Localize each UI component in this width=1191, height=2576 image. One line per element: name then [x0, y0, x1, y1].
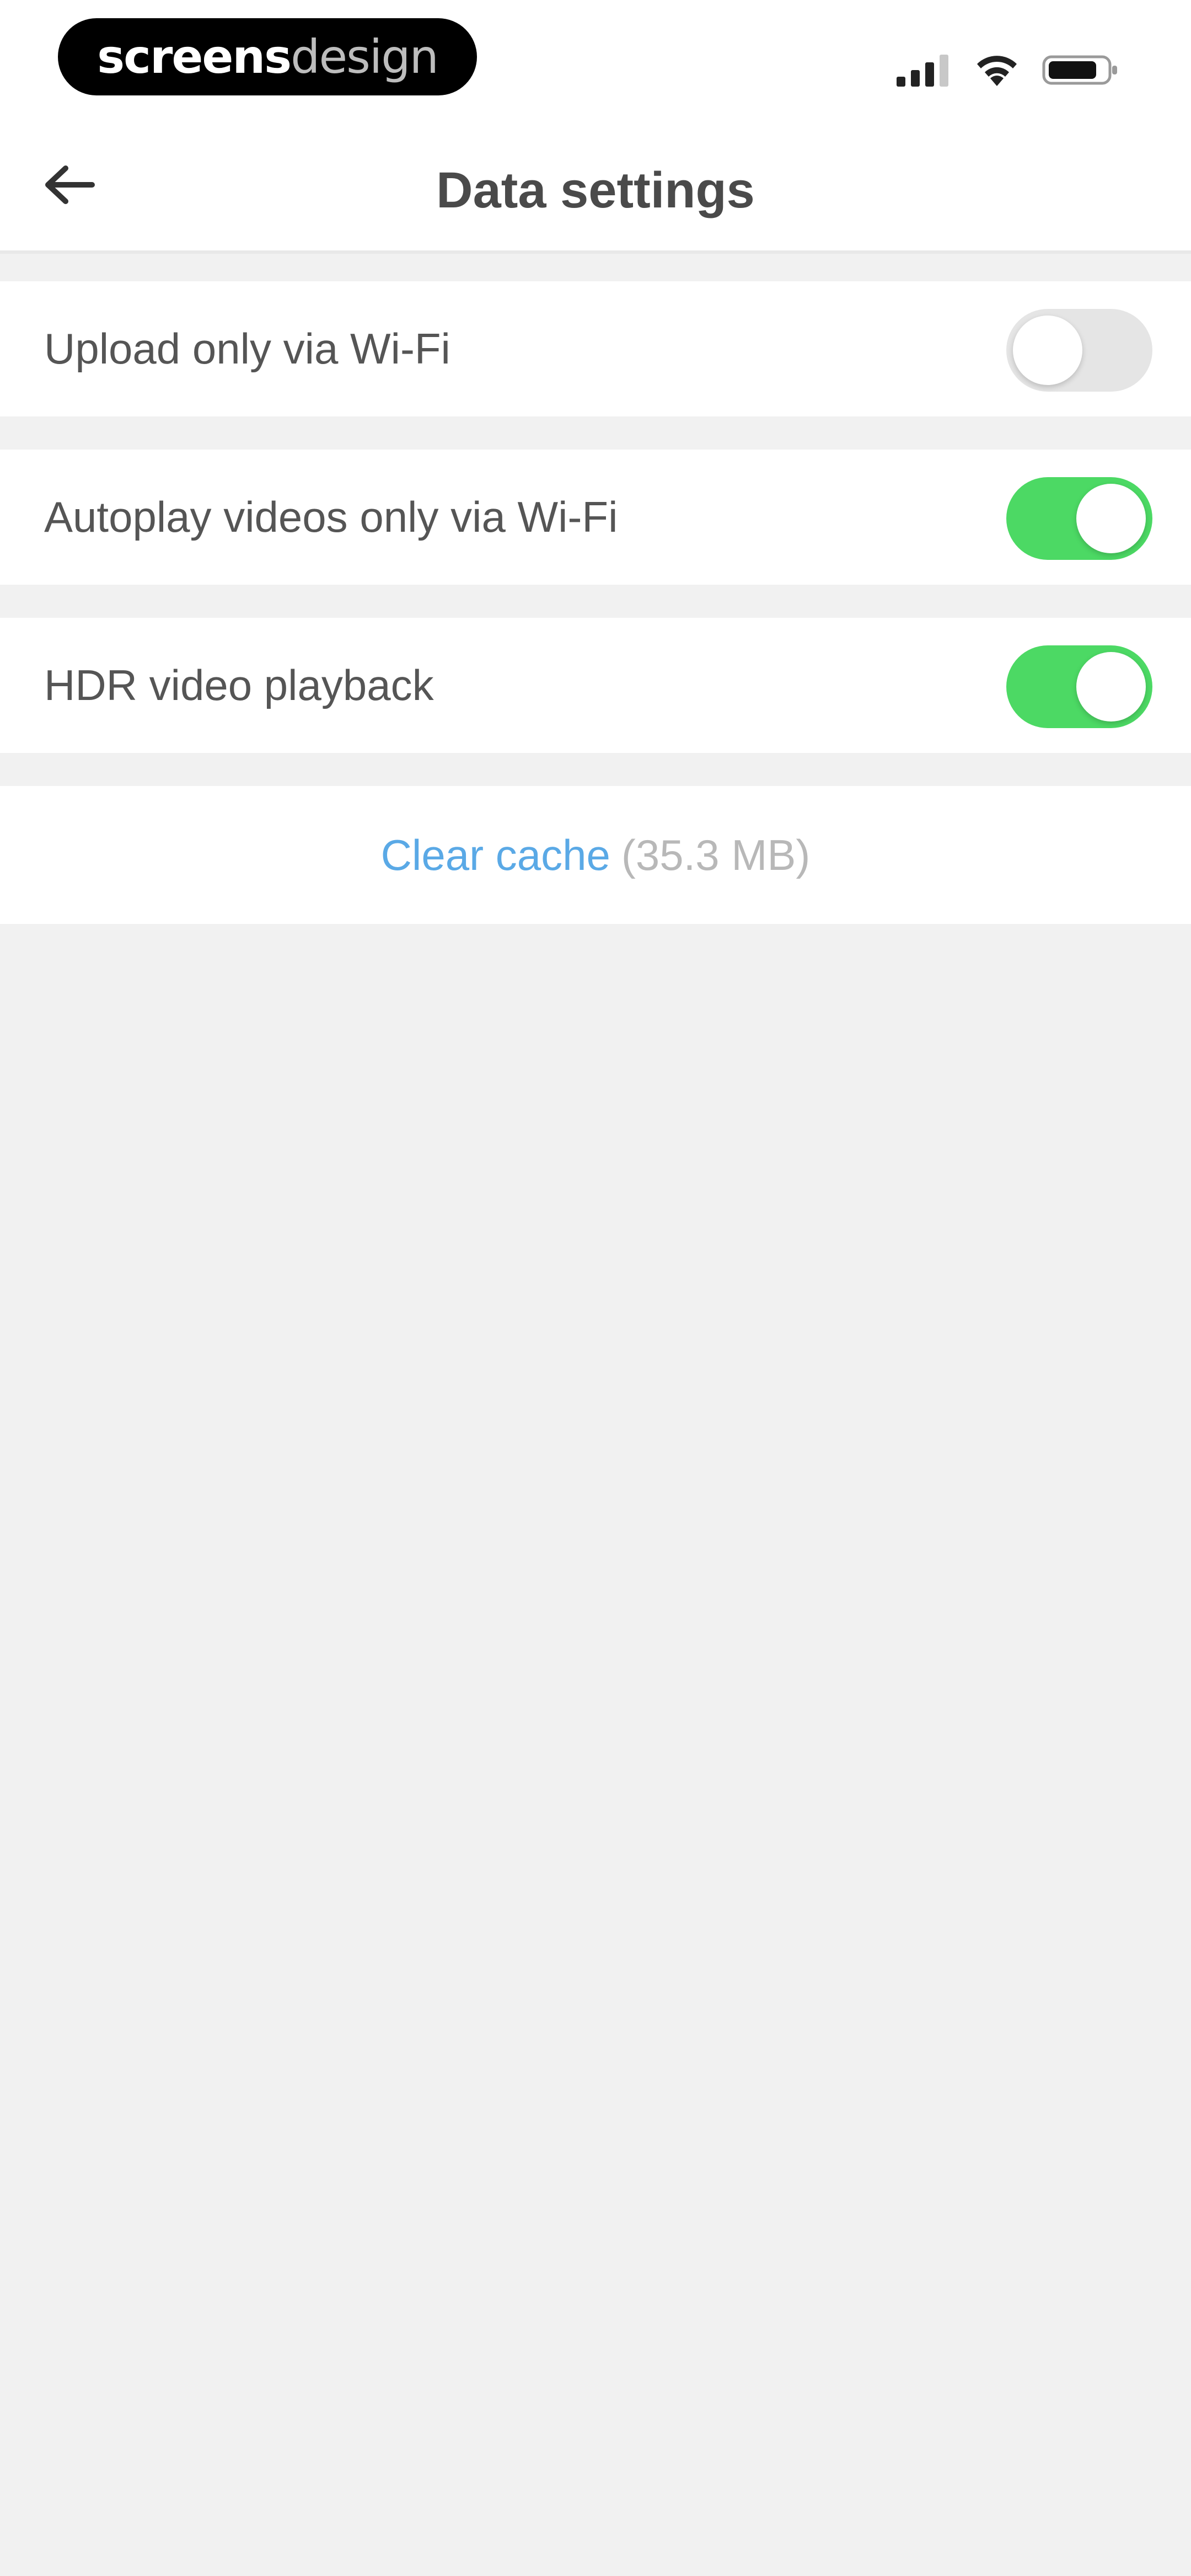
hdr-playback-toggle[interactable] [1006, 645, 1152, 728]
cache-size-label: (35.3 MB) [621, 830, 810, 880]
setting-row-upload-wifi: Upload only via Wi-Fi [0, 281, 1191, 416]
brand-bold-text: screens [97, 30, 292, 84]
toggle-knob [1013, 316, 1082, 385]
cache-size-value: 35.3 MB [635, 830, 796, 879]
brand-logo: screensdesign [58, 18, 477, 95]
signal-icon [897, 55, 948, 87]
wifi-icon [977, 56, 1017, 86]
setting-label: Autoplay videos only via Wi-Fi [44, 493, 618, 541]
page-title: Data settings [436, 162, 755, 218]
arrow-left-icon [45, 165, 95, 204]
status-icons [897, 51, 1119, 89]
battery-icon [1042, 55, 1117, 85]
clear-cache-button[interactable]: Clear cache [381, 830, 610, 880]
toggle-knob [1076, 652, 1146, 722]
upload-wifi-toggle[interactable] [1006, 309, 1152, 392]
status-bar: screensdesign [0, 0, 1191, 127]
clear-cache-row: Clear cache (35.3 MB) [0, 786, 1191, 924]
setting-label: HDR video playback [44, 661, 434, 709]
screen: screensdesign Data settings Upload only … [0, 0, 1191, 2576]
setting-row-hdr-playback: HDR video playback [0, 618, 1191, 753]
cache-size-open-paren: ( [621, 830, 636, 879]
toggle-knob [1076, 484, 1146, 553]
autoplay-wifi-toggle[interactable] [1006, 477, 1152, 560]
setting-row-autoplay-wifi: Autoplay videos only via Wi-Fi [0, 450, 1191, 585]
nav-bar: Data settings [0, 127, 1191, 254]
setting-label: Upload only via Wi-Fi [44, 324, 450, 373]
brand-light-text: design [291, 30, 439, 84]
settings-list: Upload only via Wi-Fi Autoplay videos on… [0, 281, 1191, 786]
brand-wordmark: screensdesign [97, 30, 439, 84]
back-button[interactable] [33, 149, 105, 221]
cache-size-close-paren: ) [796, 830, 811, 879]
